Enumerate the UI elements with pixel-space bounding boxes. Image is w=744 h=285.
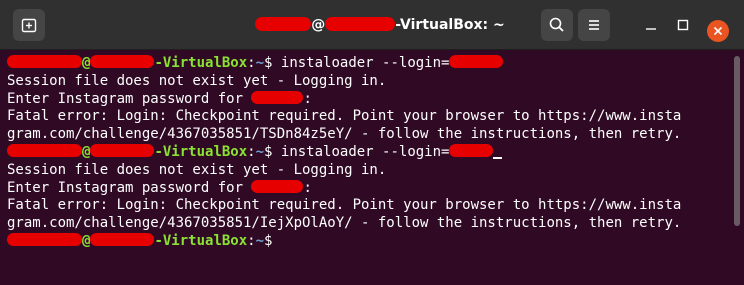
prompt-user-host: @ -VirtualBox	[7, 55, 247, 71]
terminal-line: @ -VirtualBox:~$	[7, 232, 732, 251]
terminal-line: Session file does not exist yet - Loggin…	[7, 162, 732, 180]
output-text: :	[303, 179, 312, 196]
redacted-login-name	[449, 55, 504, 68]
maximize-icon	[677, 19, 689, 31]
command-text: instaloader --login=	[272, 143, 450, 160]
output-text: Fatal error: Login: Checkpoint required.…	[7, 108, 682, 125]
close-icon	[713, 26, 723, 36]
terminal-line: gram.com/challenge/4367035851/TSDn84z5eY…	[7, 126, 732, 144]
terminal-scrollbar[interactable]	[734, 56, 740, 226]
window-title: @ -VirtualBox: ~	[240, 16, 520, 34]
terminal-output[interactable]: @ -VirtualBox:~$ instaloader --login= Sess…	[0, 50, 732, 285]
terminal-line: @ -VirtualBox:~$ instaloader --login=	[7, 143, 732, 162]
redacted-hostname	[90, 232, 155, 246]
redacted-hostname	[90, 143, 155, 157]
redacted-username	[7, 232, 82, 246]
prompt-path: ~	[255, 232, 265, 249]
prompt-host-suffix: -VirtualBox	[154, 232, 248, 249]
prompt-at: @	[82, 55, 91, 71]
prompt-path: ~	[255, 143, 265, 160]
terminal-line: gram.com/challenge/4367035851/IejXpOlAoY…	[7, 215, 732, 233]
title-bar[interactable]: @ -VirtualBox: ~	[0, 0, 744, 50]
redacted-username	[7, 143, 82, 157]
redacted-hostname	[90, 55, 155, 68]
output-text: Enter Instagram password for	[7, 90, 252, 107]
prompt-path: ~	[255, 55, 265, 71]
redacted-account-name	[251, 90, 304, 104]
prompt-separator: :	[247, 143, 256, 160]
title-at: @	[311, 17, 326, 33]
menu-button[interactable]	[578, 9, 610, 41]
title-suffix: -VirtualBox: ~	[395, 17, 505, 33]
terminal-line: @ -VirtualBox:~$ instaloader --login=	[7, 55, 732, 73]
terminal-window: @ -VirtualBox: ~ @ -VirtualBox:~$ instal…	[0, 0, 744, 285]
prompt-user-host: @ -VirtualBox	[7, 232, 248, 249]
redacted-account-name	[251, 179, 304, 193]
prompt-host-suffix: -VirtualBox	[154, 55, 248, 71]
output-text: Session file does not exist yet - Loggin…	[7, 161, 387, 178]
output-text: :	[303, 90, 312, 107]
new-tab-button[interactable]	[13, 9, 45, 41]
maximize-button[interactable]	[677, 19, 689, 31]
terminal-line: Enter Instagram password for :	[7, 179, 732, 198]
prompt-separator: :	[247, 232, 256, 249]
output-text: gram.com/challenge/4367035851/TSDn84z5eY…	[7, 126, 682, 143]
new-tab-icon	[21, 18, 37, 33]
output-text: Fatal error: Login: Checkpoint required.…	[7, 197, 682, 214]
output-text: Session file does not exist yet - Loggin…	[7, 72, 387, 89]
prompt-user-host: @ -VirtualBox	[7, 143, 248, 160]
terminal-line: Fatal error: Login: Checkpoint required.…	[7, 197, 732, 215]
prompt-at: @	[82, 232, 91, 249]
search-button[interactable]	[541, 9, 573, 41]
output-text: Enter Instagram password for	[7, 179, 252, 196]
terminal-line: Fatal error: Login: Checkpoint required.…	[7, 108, 732, 126]
minimize-button[interactable]	[645, 19, 657, 31]
terminal-line: Enter Instagram password for :	[7, 90, 732, 109]
prompt-host-suffix: -VirtualBox	[154, 143, 248, 160]
prompt-separator: :	[247, 55, 256, 71]
output-text: gram.com/challenge/4367035851/IejXpOlAoY…	[7, 215, 682, 232]
close-button[interactable]	[707, 20, 729, 42]
terminal-line: Session file does not exist yet - Loggin…	[7, 73, 732, 91]
redacted-login-name	[449, 143, 494, 157]
command-text: instaloader --login=	[272, 55, 450, 71]
prompt-at: @	[82, 143, 91, 160]
redacted-username	[255, 17, 312, 31]
hamburger-menu-icon	[589, 20, 599, 30]
redacted-hostname	[325, 17, 396, 31]
search-icon	[549, 17, 564, 32]
redacted-username	[7, 55, 82, 68]
text-cursor	[493, 156, 503, 159]
